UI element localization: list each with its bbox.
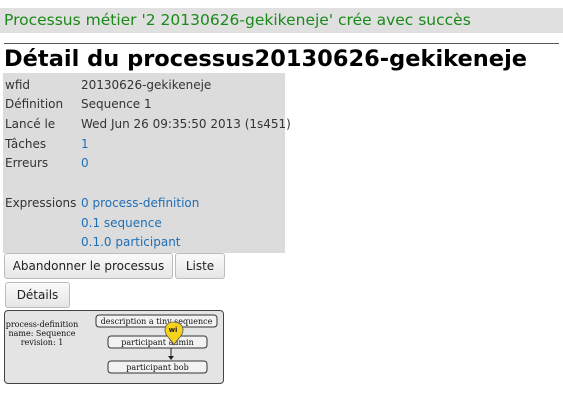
errors-link[interactable]: 0 xyxy=(81,153,89,173)
diagram-info-line-1: process-definition xyxy=(6,320,79,329)
abandon-process-button[interactable]: Abandonner le processus xyxy=(4,253,173,279)
expression-link-participant[interactable]: 0.1.0 participant xyxy=(81,232,181,252)
process-diagram-svg: process-definition name: Sequence revisi… xyxy=(6,314,218,374)
page-title: Détail du processus20130626-gekikeneje xyxy=(4,43,559,73)
diagram-node-participant-admin-label: participant admin xyxy=(121,338,194,347)
expressions-label: Expressions xyxy=(5,196,77,210)
wfid-label: wfid xyxy=(5,78,30,92)
tasks-label: Tâches xyxy=(5,137,47,151)
expression-link-process-definition[interactable]: 0 process-definition xyxy=(81,193,199,213)
process-diagram[interactable]: process-definition name: Sequence revisi… xyxy=(4,310,224,384)
launched-value: Wed Jun 26 09:35:50 2013 (1s451) xyxy=(81,117,291,131)
errors-label: Erreurs xyxy=(5,156,49,170)
wfid-value: 20130626-gekikeneje xyxy=(81,78,212,92)
definition-label: Définition xyxy=(5,97,64,111)
diagram-info-line-2: name: Sequence xyxy=(8,329,75,338)
definition-value: Sequence 1 xyxy=(81,97,152,111)
diagram-arrow-icon xyxy=(168,356,174,360)
list-button[interactable]: Liste xyxy=(175,253,225,279)
diagram-info-line-3: revision: 1 xyxy=(21,338,64,347)
process-details-panel: wfid 20130626-gekikeneje Définition Sequ… xyxy=(3,73,291,253)
tasks-link[interactable]: 1 xyxy=(81,134,89,154)
details-button[interactable]: Détails xyxy=(5,282,70,308)
diagram-node-participant-bob-label: participant bob xyxy=(126,363,188,372)
diagram-node-description-label: description a tiny sequence xyxy=(101,317,213,326)
expression-link-sequence[interactable]: 0.1 sequence xyxy=(81,213,162,233)
workitem-marker-label: wi xyxy=(169,326,178,334)
flash-success-message: Processus métier '2 20130626-gekikeneje'… xyxy=(0,8,563,33)
launched-label: Lancé le xyxy=(5,117,56,131)
